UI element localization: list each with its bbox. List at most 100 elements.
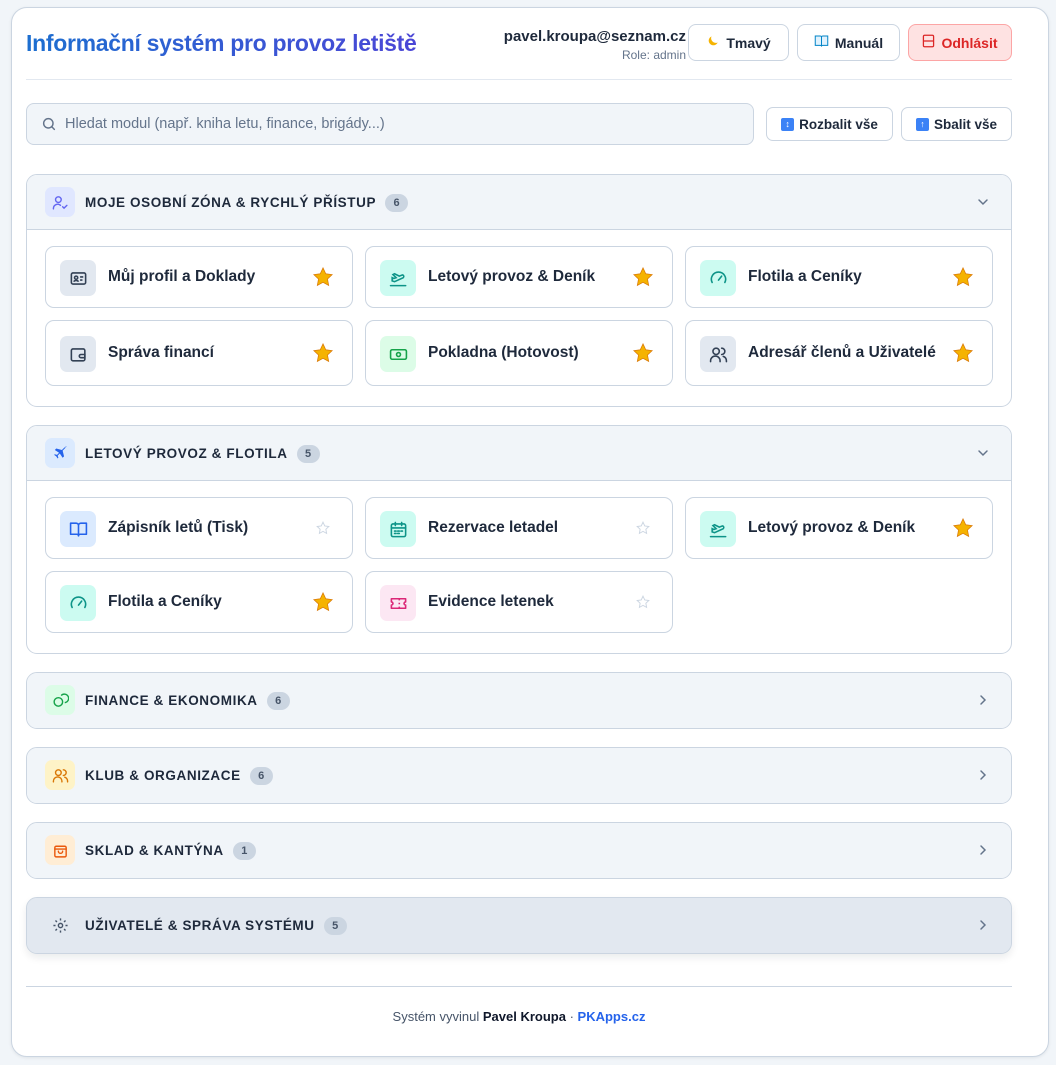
tile-finance[interactable]: Správa financí [45,320,353,386]
section-header[interactable]: SKLAD & KANTÝNA 1 [27,823,1011,878]
tile-fleet[interactable]: Flotila a Ceníky [685,246,993,308]
tile-reservations[interactable]: Rezervace letadel [365,497,673,559]
tile-cash[interactable]: Pokladna (Hotovost) [365,320,673,386]
tile-label: Letový provoz & Deník [428,268,596,285]
collapse-all-button[interactable]: ↑ Sbalit vše [901,107,1012,141]
wallet-icon [60,336,96,372]
section-header[interactable]: KLUB & ORGANIZACE 6 [27,748,1011,803]
gauge-icon [700,260,736,296]
book-open-icon [60,511,96,547]
section-header[interactable]: LETOVÝ PROVOZ & FLOTILA 5 [27,426,1011,481]
users-icon [45,760,75,790]
tile-label: Můj profil a Doklady [108,268,256,285]
search-input[interactable] [65,104,745,144]
expand-arrows-icon: ↕ [781,117,795,131]
count-badge: 6 [266,692,290,710]
section-header[interactable]: FINANCE & EKONOMIKA 6 [27,673,1011,728]
settings-icon [45,910,75,940]
star-filled-icon[interactable] [632,342,654,364]
tile-members[interactable]: Adresář členů a Uživatelé [685,320,993,386]
expand-all-label: Rozbalit vše [799,116,878,132]
chevron-right-icon [980,920,987,930]
user-info: pavel.kroupa@seznam.cz Role: admin [504,28,686,62]
manual-button[interactable]: Manuál [797,24,900,61]
star-filled-icon[interactable] [952,517,974,539]
logout-label: Odhlásit [941,34,998,51]
app-header: Informační systém pro provoz letiště pav… [26,20,1012,80]
section-title: MOJE OSOBNÍ ZÓNA & RYCHLÝ PŘÍSTUP 6 [85,194,409,212]
star-outline-icon[interactable] [316,521,330,535]
search-box [26,103,754,145]
tile-label: Evidence letenek [428,593,554,610]
star-filled-icon[interactable] [632,266,654,288]
footer-site-link[interactable]: PKApps.cz [578,1009,646,1024]
plane-takeoff-icon [380,260,416,296]
section-title: SKLAD & KANTÝNA 1 [85,842,256,860]
chevron-down-icon [978,199,988,206]
section-title: UŽIVATELÉ & SPRÁVA SYSTÉMU 5 [85,917,347,935]
star-outline-icon[interactable] [636,595,650,609]
section-title: LETOVÝ PROVOZ & FLOTILA 5 [85,445,320,463]
tile-profile[interactable]: Můj profil a Doklady [45,246,353,308]
user-role: Role: admin [621,48,686,62]
footer-author: Pavel Kroupa [482,1009,566,1024]
tile-label: Flotila a Ceníky [748,268,862,285]
tile-flight-ops[interactable]: Letový provoz & Deník [365,246,673,308]
plane-takeoff-icon [700,511,736,547]
footer: Systém vyvinul Pavel Kroupa · PKApps.cz [26,986,1012,1024]
tile-tickets[interactable]: Evidence letenek [365,571,673,633]
tile-label: Správa financí [108,344,214,361]
shopping-bag-icon [45,835,75,865]
collapse-all-label: Sbalit vše [933,116,998,132]
tile-label: Zápisník letů (Tisk) [108,519,249,536]
up-arrow-icon: ↑ [915,117,929,131]
section-header[interactable]: UŽIVATELÉ & SPRÁVA SYSTÉMU 5 [27,898,1011,953]
expand-all-button[interactable]: ↕ Rozbalit vše [766,107,893,141]
tile-fleet[interactable]: Flotila a Ceníky [45,571,353,633]
user-check-icon [45,187,75,217]
section-system-admin[interactable]: UŽIVATELÉ & SPRÁVA SYSTÉMU 5 [26,897,1012,954]
star-filled-icon[interactable] [312,591,334,613]
search-icon [42,117,56,131]
tile-flight-log[interactable]: Zápisník letů (Tisk) [45,497,353,559]
section-title: FINANCE & EKONOMIKA 6 [85,692,290,710]
section-finance[interactable]: FINANCE & EKONOMIKA 6 [26,672,1012,729]
coins-icon [45,685,75,715]
dark-mode-button[interactable]: Tmavý [688,24,789,61]
toolbar: ↕ Rozbalit vše ↑ Sbalit vše [26,103,1012,145]
page-title: Informační systém pro provoz letiště [26,30,417,56]
tile-label: Pokladna (Hotovost) [428,344,579,361]
dark-mode-label: Tmavý [726,34,771,51]
tile-label: Letový provoz & Deník [748,519,916,536]
moon-icon [706,34,720,51]
logout-button[interactable]: Odhlásit [908,24,1012,61]
star-filled-icon[interactable] [312,266,334,288]
star-filled-icon[interactable] [952,266,974,288]
section-warehouse[interactable]: SKLAD & KANTÝNA 1 [26,822,1012,879]
section-personal-zone: MOJE OSOBNÍ ZÓNA & RYCHLÝ PŘÍSTUP 6 Můj p… [26,174,1012,407]
banknote-icon [380,336,416,372]
manual-label: Manuál [834,34,884,51]
section-header[interactable]: MOJE OSOBNÍ ZÓNA & RYCHLÝ PŘÍSTUP 6 [27,175,1011,230]
count-badge: 6 [385,194,409,212]
chevron-down-icon [978,450,988,457]
id-card-icon [60,260,96,296]
section-title: KLUB & ORGANIZACE 6 [85,767,273,785]
chevron-right-icon [980,770,987,780]
star-filled-icon[interactable] [952,342,974,364]
plane-icon [45,438,75,468]
chevron-right-icon [980,695,987,705]
users-icon [700,336,736,372]
tile-flight-ops[interactable]: Letový provoz & Deník [685,497,993,559]
count-badge: 5 [296,445,320,463]
star-filled-icon[interactable] [312,342,334,364]
section-flight-fleet: LETOVÝ PROVOZ & FLOTILA 5 Zápisník letů (… [26,425,1012,654]
footer-separator: · [569,1009,574,1024]
chevron-right-icon [980,845,987,855]
star-outline-icon[interactable] [636,521,650,535]
section-club[interactable]: KLUB & ORGANIZACE 6 [26,747,1012,804]
count-badge: 1 [232,842,256,860]
tile-label: Rezervace letadel [428,519,559,536]
count-badge: 6 [249,767,273,785]
book-icon [814,34,829,51]
